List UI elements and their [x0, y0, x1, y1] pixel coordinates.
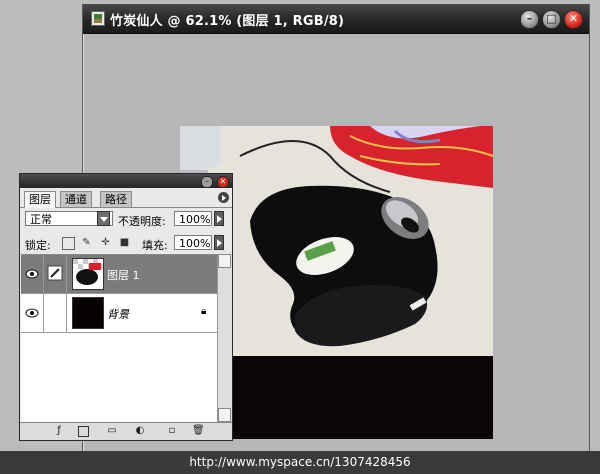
lock-label: 锁定: — [25, 239, 51, 252]
palette-close-button[interactable]: ✕ — [217, 176, 229, 188]
palette-minimize-button[interactable]: – — [201, 176, 213, 188]
palette-bottom-toolbar: ƒ ▭ ◐ ▫ 🗑︎ — [20, 422, 232, 440]
visibility-eye-icon[interactable] — [21, 255, 44, 293]
maximize-button[interactable]: □ — [542, 10, 561, 29]
lock-icon: 🔒︎ — [201, 306, 207, 317]
lock-transparency-icon[interactable] — [62, 237, 75, 250]
brush-icon[interactable] — [44, 255, 67, 293]
layers-palette[interactable]: – ✕ 图层 通道 路径 正常 不透明度: 100% 锁定: ✎ ✛ ■ 填充:… — [19, 173, 233, 441]
palette-tabs: 图层 通道 路径 — [20, 189, 232, 208]
layers-list: 图层 1 背景 🔒︎ — [21, 254, 217, 423]
lock-position-icon[interactable]: ✛ — [100, 237, 111, 248]
fill-field[interactable]: 100% — [174, 235, 212, 250]
tab-paths[interactable]: 路径 — [100, 191, 132, 207]
layers-scrollbar[interactable] — [217, 254, 232, 422]
scroll-down-button[interactable] — [218, 408, 231, 422]
lock-row: 锁定: ✎ ✛ ■ 填充: 100% — [20, 235, 232, 253]
palette-menu-icon[interactable] — [218, 192, 229, 203]
new-layer-icon[interactable]: ▫ — [166, 425, 178, 437]
layer-style-icon[interactable]: ƒ — [53, 425, 65, 437]
layer-row-background[interactable]: 背景 🔒︎ — [21, 294, 217, 333]
opacity-field[interactable]: 100% — [174, 211, 212, 226]
document-title: 竹炭仙人 @ 62.1% (图层 1, RGB/8) — [110, 14, 345, 29]
photoshop-document-icon — [91, 11, 105, 26]
fill-slider-icon[interactable] — [214, 235, 224, 250]
visibility-eye-icon[interactable] — [21, 294, 44, 332]
layer-row-layer1[interactable]: 图层 1 — [21, 255, 217, 294]
trash-icon[interactable]: 🗑︎ — [192, 425, 205, 437]
tab-channels[interactable]: 通道 — [60, 191, 92, 207]
minimize-button[interactable]: – — [520, 10, 539, 29]
palette-titlebar[interactable]: – ✕ — [20, 174, 232, 188]
brush-slot-empty[interactable] — [44, 294, 67, 332]
document-titlebar[interactable]: 竹炭仙人 @ 62.1% (图层 1, RGB/8) – □ ✕ — [83, 4, 589, 34]
new-group-icon[interactable]: ▭ — [106, 425, 118, 437]
lock-pixels-icon[interactable]: ✎ — [81, 237, 92, 248]
opacity-slider-icon[interactable] — [214, 211, 224, 226]
blend-dropdown-icon[interactable] — [97, 211, 110, 226]
background-thumbnail — [72, 297, 104, 329]
fill-label: 填充: — [142, 239, 168, 252]
lock-all-icon[interactable]: ■ — [119, 237, 130, 248]
tab-layers[interactable]: 图层 — [24, 191, 56, 208]
layer1-name[interactable]: 图层 1 — [107, 267, 140, 283]
blend-row: 正常 不透明度: 100% — [20, 211, 232, 229]
mask-icon[interactable] — [78, 426, 89, 437]
background-layer-name[interactable]: 背景 — [107, 306, 129, 322]
scroll-up-button[interactable] — [218, 254, 231, 268]
adjustment-layer-icon[interactable]: ◐ — [134, 425, 146, 437]
status-bar: http://www.myspace.cn/1307428456 — [0, 451, 600, 474]
layer1-thumbnail — [72, 258, 104, 290]
opacity-label: 不透明度: — [118, 215, 166, 228]
close-button[interactable]: ✕ — [564, 10, 583, 29]
